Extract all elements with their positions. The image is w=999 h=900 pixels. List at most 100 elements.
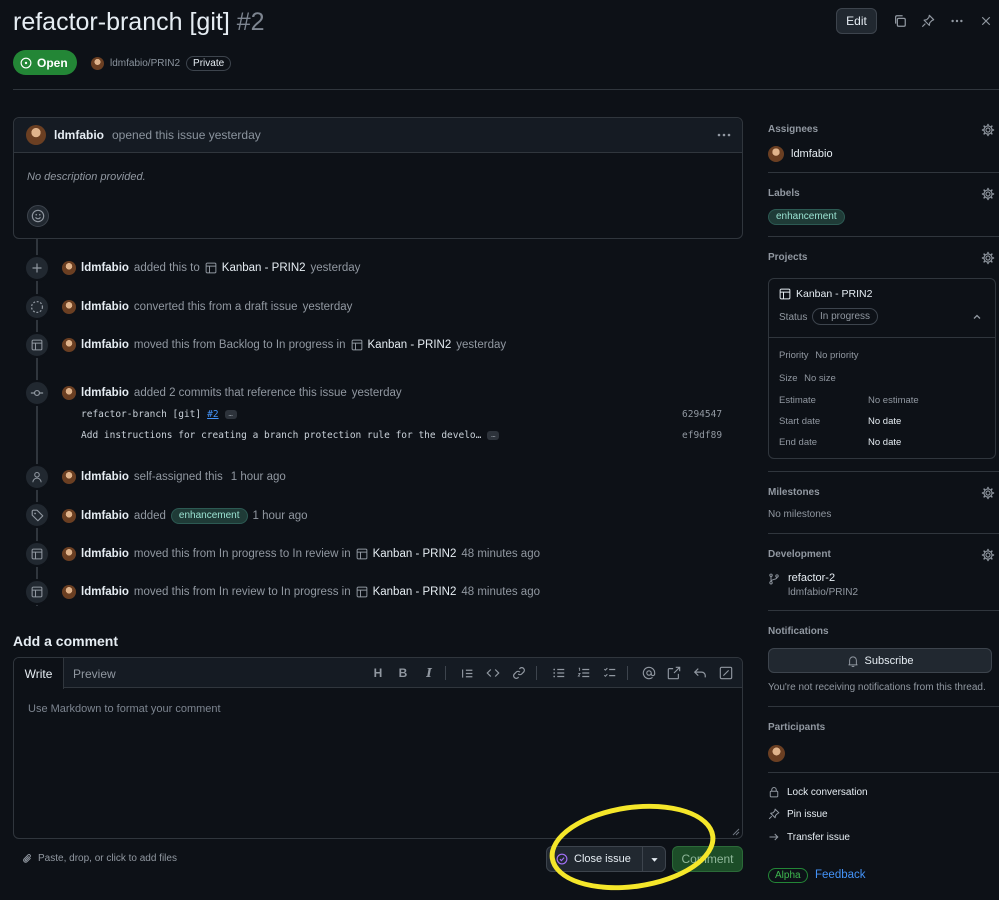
ordered-list-icon[interactable] bbox=[576, 665, 592, 681]
close-icon[interactable] bbox=[978, 13, 994, 29]
event-author[interactable]: ldmfabio bbox=[81, 548, 129, 560]
project-field-end-date[interactable]: No date bbox=[868, 437, 901, 448]
event-time[interactable]: yesterday bbox=[456, 339, 506, 351]
edit-button[interactable]: Edit bbox=[836, 8, 877, 34]
event-text: moved this from Backlog to In progress i… bbox=[133, 339, 346, 351]
project-field-size[interactable]: Size No size bbox=[779, 373, 836, 384]
bold-icon[interactable]: B bbox=[395, 665, 411, 681]
sidebar-divider bbox=[768, 172, 999, 173]
gear-icon[interactable] bbox=[981, 123, 995, 137]
event-author[interactable]: ldmfabio bbox=[81, 339, 129, 351]
expand-commit-button[interactable]: … bbox=[487, 431, 500, 440]
avatar bbox=[91, 57, 104, 70]
event-project-link[interactable]: Kanban - PRIN2 bbox=[368, 339, 452, 351]
chevron-up-icon[interactable] bbox=[972, 312, 982, 322]
lock-conversation-button[interactable]: Lock conversation bbox=[768, 786, 868, 798]
cross-reference-icon[interactable] bbox=[666, 665, 682, 681]
table-icon bbox=[356, 586, 367, 598]
avatar[interactable] bbox=[62, 300, 76, 314]
milestones-heading: Milestones bbox=[768, 487, 820, 498]
linked-branch-repo: ldmfabio/PRIN2 bbox=[788, 587, 859, 598]
commit-sha[interactable]: ef9df89 bbox=[682, 430, 722, 441]
event-author[interactable]: ldmfabio bbox=[81, 510, 129, 522]
tab-write[interactable]: Write bbox=[14, 658, 64, 689]
gear-icon[interactable] bbox=[981, 486, 995, 500]
avatar[interactable] bbox=[62, 547, 76, 561]
project-field-priority[interactable]: Priority No priority bbox=[779, 350, 859, 361]
gear-icon[interactable] bbox=[981, 251, 995, 265]
expand-commit-button[interactable]: … bbox=[224, 410, 237, 419]
avatar[interactable] bbox=[768, 745, 785, 762]
linked-branch[interactable]: refactor-2 bbox=[788, 572, 835, 584]
commit-message[interactable]: refactor-branch [git] bbox=[81, 409, 201, 420]
event-author[interactable]: ldmfabio bbox=[81, 387, 129, 399]
copy-icon[interactable] bbox=[892, 13, 908, 29]
repo-link[interactable]: ldmfabio/PRIN2 bbox=[110, 58, 180, 69]
event-time[interactable]: 1 hour ago bbox=[231, 471, 286, 483]
paperclip-icon bbox=[23, 854, 31, 863]
field-label: End date bbox=[779, 437, 818, 448]
pin-icon[interactable] bbox=[920, 13, 936, 29]
header-divider bbox=[13, 89, 999, 90]
subscribe-button[interactable]: Subscribe bbox=[768, 648, 992, 673]
event-text: moved this from In progress to In review… bbox=[133, 548, 351, 560]
pin-issue-button[interactable]: Pin issue bbox=[768, 808, 828, 820]
repo-line: ldmfabio/PRIN2 Private bbox=[91, 56, 232, 71]
sidebar-divider bbox=[768, 471, 999, 472]
alpha-badge: Alpha bbox=[768, 868, 808, 883]
avatar[interactable] bbox=[26, 125, 46, 145]
event-author[interactable]: ldmfabio bbox=[81, 301, 129, 313]
event-time[interactable]: 48 minutes ago bbox=[461, 548, 540, 560]
avatar[interactable] bbox=[62, 470, 76, 484]
event-time[interactable]: yesterday bbox=[352, 387, 402, 399]
reply-icon[interactable] bbox=[692, 665, 708, 681]
event-author[interactable]: ldmfabio bbox=[81, 471, 129, 483]
event-project-link[interactable]: Kanban - PRIN2 bbox=[222, 262, 306, 274]
resize-handle-icon[interactable] bbox=[730, 826, 740, 836]
event-author[interactable]: ldmfabio bbox=[81, 262, 129, 274]
project-field-estimate[interactable]: No estimate bbox=[868, 395, 919, 406]
project-field-start-date[interactable]: No date bbox=[868, 416, 901, 427]
attach-files[interactable]: Paste, drop, or click to add files bbox=[22, 853, 177, 864]
assignee-item[interactable]: ldmfabio bbox=[768, 146, 833, 162]
fullscreen-icon[interactable] bbox=[718, 665, 734, 681]
draft-issue-icon bbox=[24, 294, 50, 320]
gear-icon[interactable] bbox=[981, 187, 995, 201]
kebab-menu-icon[interactable] bbox=[949, 13, 965, 29]
quote-icon[interactable] bbox=[459, 665, 475, 681]
italic-icon[interactable]: I bbox=[421, 665, 437, 681]
event-time[interactable]: yesterday bbox=[303, 301, 353, 313]
mention-icon[interactable] bbox=[641, 665, 657, 681]
avatar[interactable] bbox=[62, 386, 76, 400]
heading-icon[interactable]: H bbox=[370, 665, 386, 681]
feedback-link[interactable]: Feedback bbox=[815, 869, 866, 881]
unordered-list-icon[interactable] bbox=[551, 665, 567, 681]
event-time[interactable]: 1 hour ago bbox=[253, 510, 308, 522]
event-author[interactable]: ldmfabio bbox=[81, 586, 129, 598]
event-time[interactable]: 48 minutes ago bbox=[461, 586, 540, 598]
avatar[interactable] bbox=[62, 509, 76, 523]
event-project-link[interactable]: Kanban - PRIN2 bbox=[373, 548, 457, 560]
commit-message[interactable]: Add instructions for creating a branch p… bbox=[81, 430, 481, 441]
comment-author[interactable]: ldmfabio bbox=[54, 128, 104, 142]
project-link[interactable]: Kanban - PRIN2 bbox=[779, 288, 872, 300]
event-project-link[interactable]: Kanban - PRIN2 bbox=[373, 586, 457, 598]
transfer-issue-button[interactable]: Transfer issue bbox=[768, 831, 850, 843]
task-list-icon[interactable] bbox=[602, 665, 618, 681]
avatar[interactable] bbox=[62, 585, 76, 599]
event-time[interactable]: yesterday bbox=[311, 262, 361, 274]
commit-sha[interactable]: 6294547 bbox=[682, 409, 722, 420]
comment-textarea[interactable]: Use Markdown to format your comment bbox=[28, 703, 221, 715]
project-status-value[interactable]: In progress bbox=[812, 308, 879, 325]
gear-icon[interactable] bbox=[981, 548, 995, 562]
tab-preview[interactable]: Preview bbox=[73, 667, 116, 681]
commit-issue-ref[interactable]: #2 bbox=[207, 409, 218, 420]
add-reaction-button[interactable] bbox=[27, 205, 49, 227]
avatar[interactable] bbox=[62, 261, 76, 275]
avatar[interactable] bbox=[62, 338, 76, 352]
code-icon[interactable] bbox=[485, 665, 501, 681]
link-icon[interactable] bbox=[511, 665, 527, 681]
label-badge[interactable]: enhancement bbox=[768, 209, 845, 225]
label-badge[interactable]: enhancement bbox=[170, 508, 248, 524]
comment-menu-icon[interactable] bbox=[716, 127, 732, 143]
